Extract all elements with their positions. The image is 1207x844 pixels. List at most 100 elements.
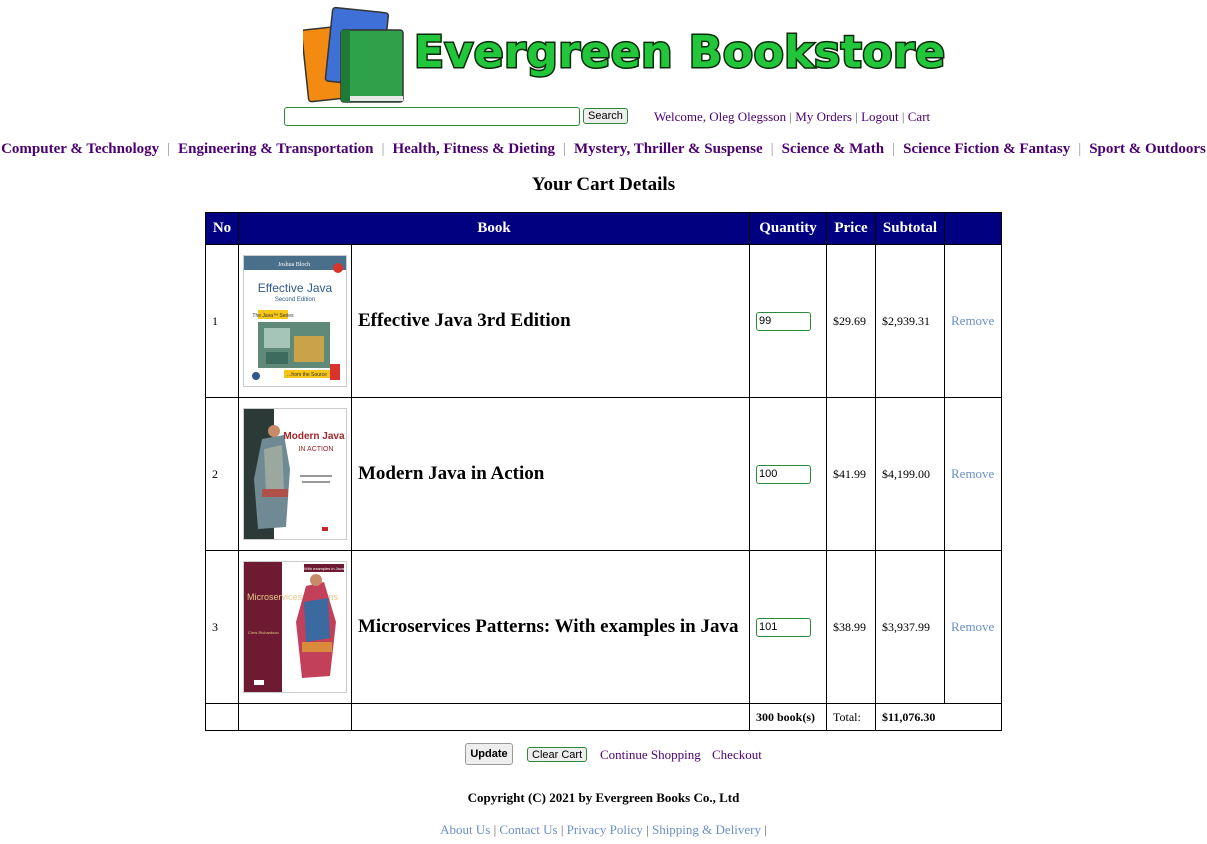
remove-link[interactable]: Remove (951, 619, 994, 634)
category-link-engineering-transportation[interactable]: Engineering & Transportation (178, 141, 373, 157)
store-name-logo[interactable]: Evergreen Bookstore (413, 26, 947, 79)
category-link-sport-outdoors[interactable]: Sport & Outdoors (1089, 141, 1206, 157)
book-title[interactable]: Microservices Patterns: With examples in… (358, 616, 738, 637)
column-header-no: No (205, 212, 239, 245)
remove-cell: Remove (944, 550, 1002, 704)
cover-tag: With examples in Java (304, 566, 345, 571)
cover-title: Effective Java (258, 281, 333, 295)
book-title-cell: Microservices Patterns: With examples in… (351, 550, 750, 704)
separator: | (381, 141, 385, 157)
column-header-book: Book (238, 212, 750, 245)
category-link-health-fitness[interactable]: Health, Fitness & Dieting (392, 141, 555, 157)
book-cover-image[interactable]: Joshua Bloch Effective Java Second Editi… (243, 255, 347, 387)
search-input[interactable] (284, 107, 580, 126)
book-title[interactable]: Modern Java in Action (358, 463, 544, 484)
row-number: 1 (205, 244, 239, 398)
price-cell: $38.99 (826, 550, 876, 704)
cover-author: Chris Richardson (248, 630, 279, 635)
category-nav: Computer & Technology | Engineering & Tran… (0, 141, 1207, 158)
empty-cell (238, 703, 352, 731)
remove-cell: Remove (944, 244, 1002, 398)
price-cell: $41.99 (826, 397, 876, 551)
category-link-science-math[interactable]: Science & Math (782, 141, 884, 157)
clear-cart-button[interactable]: Clear Cart (527, 747, 588, 762)
empty-cell (205, 703, 239, 731)
total-label: Total: (826, 703, 876, 731)
totals-row: 300 book(s) Total: $11,076.30 (205, 703, 1002, 731)
quantity-cell (749, 244, 827, 398)
separator: | (167, 141, 171, 157)
quantity-input[interactable] (756, 464, 811, 484)
update-button[interactable]: Update (465, 743, 513, 765)
welcome-text: Welcome, Oleg Olegsson (654, 109, 787, 124)
footer-link-about[interactable]: About Us (440, 822, 490, 837)
separator: | (770, 141, 774, 157)
category-link-science-fiction[interactable]: Science Fiction & Fantasy (903, 141, 1070, 157)
book-title-cell: Modern Java in Action (351, 397, 750, 551)
book-cover-cell: Joshua Bloch Effective Java Second Editi… (238, 244, 352, 398)
separator: | (855, 109, 858, 124)
search-button[interactable]: Search (583, 108, 628, 124)
subtotal-cell: $3,937.99 (875, 550, 945, 704)
subtotal-cell: $2,939.31 (875, 244, 945, 398)
column-header-quantity: Quantity (749, 212, 827, 245)
footer-link-privacy[interactable]: Privacy Policy (567, 822, 643, 837)
book-cover-image[interactable]: With examples in Java Microservices Patt… (243, 561, 347, 693)
table-row: 1 Joshua Bloch Effective Java Second Edi… (205, 244, 1002, 398)
book-title-cell: Effective Java 3rd Edition (351, 244, 750, 398)
total-books: 300 book(s) (749, 703, 827, 731)
row-number: 2 (205, 397, 239, 551)
quantity-input[interactable] (756, 617, 811, 637)
cover-subtitle: Second Edition (275, 297, 315, 303)
footer-link-contact[interactable]: Contact Us (499, 822, 557, 837)
user-nav: Welcome, Oleg Olegsson | My Orders | Log… (654, 109, 930, 125)
remove-link[interactable]: Remove (951, 313, 994, 328)
table-row: 2 Modern Java IN ACTION Modern Java in A… (205, 397, 1002, 551)
cover-title: Modern Java (283, 431, 345, 442)
subtotal-cell: $4,199.00 (875, 397, 945, 551)
table-header-row: No Book Quantity Price Subtotal (205, 212, 1002, 245)
my-orders-link[interactable]: My Orders (795, 109, 852, 124)
page-title: Your Cart Details (531, 174, 676, 195)
remove-link[interactable]: Remove (951, 466, 994, 481)
cover-author: Joshua Bloch (278, 262, 310, 268)
book-cover-image[interactable]: Modern Java IN ACTION (243, 408, 347, 540)
copyright-text: Copyright (C) 2021 by Evergreen Books Co… (467, 790, 740, 805)
quantity-cell (749, 397, 827, 551)
table-row: 3 With examples in Java Microservices Pa… (205, 550, 1002, 704)
total-amount: $11,076.30 (875, 703, 1002, 731)
column-header-subtotal: Subtotal (875, 212, 945, 245)
column-header-price: Price (826, 212, 876, 245)
column-header-action (944, 212, 1002, 245)
category-link-mystery-thriller[interactable]: Mystery, Thriller & Suspense (574, 141, 763, 157)
cart-link[interactable]: Cart (908, 109, 930, 124)
quantity-cell (749, 550, 827, 704)
separator: | (1078, 141, 1082, 157)
footer-link-shipping[interactable]: Shipping & Delivery (652, 822, 761, 837)
book-title[interactable]: Effective Java 3rd Edition (358, 310, 571, 331)
search-bar: Search Welcome, Oleg Olegsson | My Order… (0, 107, 1207, 129)
cart-actions: Update Clear Cart Continue Shopping Chec… (0, 743, 1207, 767)
row-number: 3 (205, 550, 239, 704)
separator: | (901, 109, 905, 124)
logout-link[interactable]: Logout (861, 109, 899, 124)
cover-series: The Java™ Series (252, 313, 294, 319)
cart-table: No Book Quantity Price Subtotal 1 Joshua… (205, 212, 1002, 731)
book-cover-cell: Modern Java IN ACTION (238, 397, 352, 551)
price-cell: $29.69 (826, 244, 876, 398)
cover-subtitle: IN ACTION (298, 446, 333, 453)
footer-links: About Us | Contact Us | Privacy Policy |… (440, 822, 767, 837)
cover-tagline: ...from the Source (287, 372, 327, 378)
remove-cell: Remove (944, 397, 1002, 551)
category-link-computer-technology[interactable]: Computer & Technology (1, 141, 159, 157)
book-cover-cell: With examples in Java Microservices Patt… (238, 550, 352, 704)
empty-cell (351, 703, 750, 731)
site-header: Evergreen Bookstore (0, 0, 1207, 105)
books-logo-icon[interactable] (303, 6, 407, 106)
quantity-input[interactable] (756, 311, 811, 331)
continue-shopping-link[interactable]: Continue Shopping (600, 747, 701, 763)
checkout-link[interactable]: Checkout (712, 747, 762, 763)
separator: | (562, 141, 566, 157)
separator: | (789, 109, 793, 124)
separator: | (892, 141, 896, 157)
